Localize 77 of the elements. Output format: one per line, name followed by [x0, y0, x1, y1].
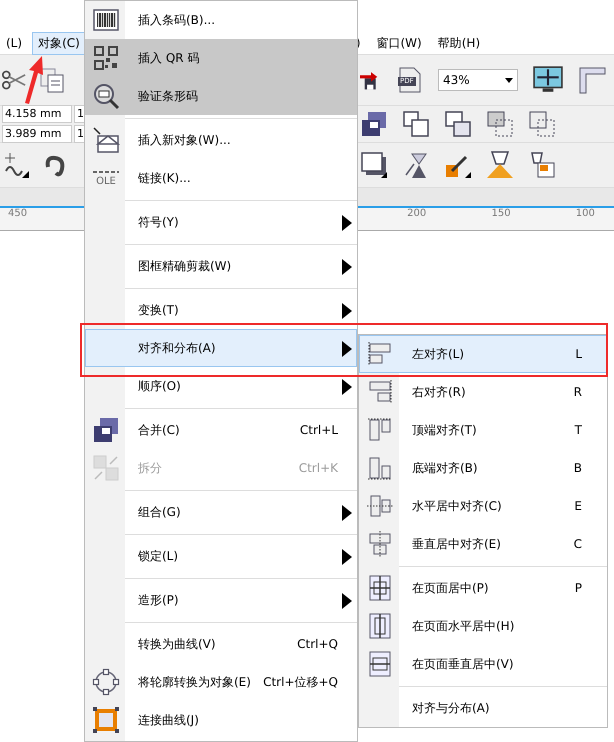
menu-item[interactable]: OLE 链接(K)... [85, 159, 357, 197]
rulers-icon [578, 66, 606, 94]
shortcut-label: C [574, 537, 582, 551]
apply-fill-icon [528, 151, 556, 179]
submenu-arrow-icon [342, 341, 352, 357]
menu-item[interactable]: 插入新对象(W)... [85, 121, 357, 159]
zoom-dropdown[interactable]: 43% [438, 69, 518, 91]
simplify-icon [528, 110, 556, 138]
caret-icon [505, 78, 513, 82]
magnifier-icon [92, 82, 120, 110]
menu-item[interactable]: 插入条码(B)... [85, 1, 357, 39]
insert-object-icon [92, 126, 120, 154]
ruler-label: 450 [7, 208, 28, 221]
submenu-arrow-icon [342, 379, 352, 395]
submenu-arrow-icon [342, 215, 352, 231]
ruler-label: 150 [490, 208, 512, 221]
menu-item[interactable]: 在页面水平居中(H) [359, 607, 607, 645]
menu-item[interactable]: 锁定(L) [85, 537, 357, 575]
shortcut-label: Ctrl+位移+Q [263, 674, 338, 690]
shortcut-label: Ctrl+L [300, 423, 338, 437]
menu-item[interactable]: 变换(T) [85, 291, 357, 329]
menu-item[interactable]: 右对齐(R) R [359, 373, 607, 411]
ruler-label: 100 [574, 208, 596, 221]
menu-bar-item[interactable]: (L) [0, 33, 28, 53]
fill-bucket-icon [486, 151, 514, 179]
shortcut-label: E [574, 499, 582, 513]
combine-icon [92, 416, 120, 444]
weld-icon [402, 110, 430, 138]
outline-square-icon [92, 706, 120, 734]
submenu-arrow-icon [342, 303, 352, 319]
menu-item[interactable]: 验证条形码 [85, 77, 357, 115]
menu-item[interactable]: 图框精确剪裁(W) [85, 247, 357, 285]
coordinate-field[interactable]: 4.158 mm [2, 105, 72, 123]
menu-item[interactable]: 顺序(O) [85, 367, 357, 405]
break-apart-icon [92, 454, 120, 482]
shortcut-label: T [574, 423, 582, 437]
menu-bar-item[interactable]: 帮助(H) [432, 32, 486, 54]
submenu-arrow-icon [342, 549, 352, 565]
menu-item[interactable]: 连接曲线(J) [85, 701, 357, 739]
menu-item[interactable]: 对齐和分布(A) [85, 329, 357, 367]
ruler-label: 200 [406, 208, 428, 221]
menu-item[interactable]: 将轮廓转换为对象(E) Ctrl+位移+Q [85, 663, 357, 701]
wave-node-icon [2, 151, 30, 179]
submenu-arrow-icon [342, 505, 352, 521]
menu-item[interactable]: 顶端对齐(T) T [359, 411, 607, 449]
menu-item[interactable]: 左对齐(L) L [359, 335, 607, 373]
menu-item[interactable]: 水平居中对齐(C) E [359, 487, 607, 525]
menu-item[interactable]: 合并(C) Ctrl+L [85, 411, 357, 449]
trim-icon [444, 110, 472, 138]
menu-item[interactable]: 在页面居中(P) P [359, 569, 607, 607]
menu-item[interactable]: 对齐与分布(A) [359, 689, 607, 727]
menu-item[interactable]: 转换为曲线(V) Ctrl+Q [85, 625, 357, 663]
shortcut-label: Ctrl+K [298, 461, 338, 475]
shortcut-label: L [575, 347, 582, 361]
menu-item[interactable]: 在页面垂直居中(V) [359, 645, 607, 683]
menu-bar-item[interactable]: 窗口(W) [370, 32, 428, 54]
submenu-arrow-icon [342, 593, 352, 609]
shortcut-label: Ctrl+Q [297, 637, 338, 651]
shortcut-label: B [574, 461, 582, 475]
submenu-arrow-icon [342, 259, 352, 275]
intersect-icon [486, 110, 514, 138]
shortcut-label: R [574, 385, 582, 399]
menu-item[interactable]: 造形(P) [85, 581, 357, 619]
drop-shadow-icon [360, 151, 388, 179]
menu-item[interactable]: 插入 QR 码 [85, 39, 357, 77]
fit-page-icon [532, 65, 564, 95]
menu-item[interactable]: 符号(Y) [85, 203, 357, 241]
menu-item[interactable]: 组合(G) [85, 493, 357, 531]
menu-bar-item[interactable]: 对象(C) [32, 32, 86, 54]
menu-item[interactable]: 垂直居中对齐(E) C [359, 525, 607, 563]
combine-icon [360, 110, 388, 138]
copy-icon [38, 66, 66, 94]
qr-code-icon [92, 44, 120, 72]
menu-item[interactable]: 底端对齐(B) B [359, 449, 607, 487]
shortcut-label: P [574, 581, 582, 595]
coordinate-field[interactable]: 3.989 mm [2, 125, 72, 143]
curve-nodes-icon [92, 668, 120, 696]
